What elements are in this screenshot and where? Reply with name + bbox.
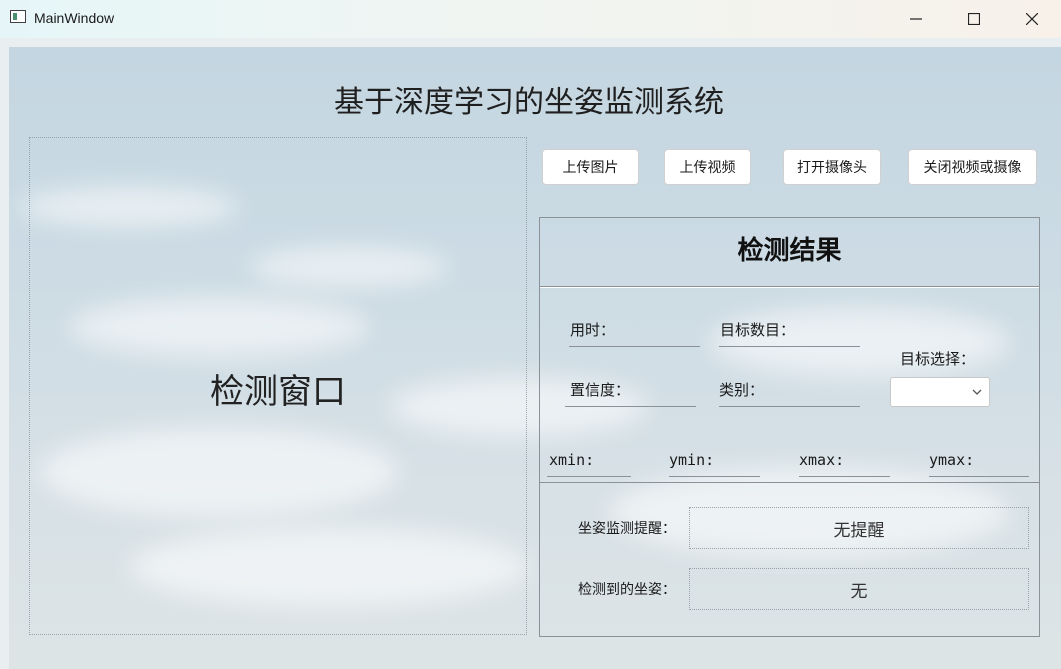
close-button[interactable] bbox=[1003, 0, 1061, 38]
results-title: 检测结果 bbox=[737, 236, 842, 266]
results-header-divider bbox=[540, 286, 1039, 288]
target-count-value bbox=[719, 346, 860, 347]
maximize-button[interactable] bbox=[945, 0, 1003, 38]
target-count-label: 目标数目： bbox=[720, 321, 796, 339]
detected-posture-field: 无 bbox=[689, 568, 1029, 610]
chevron-down-icon bbox=[972, 389, 982, 395]
posture-alert-label: 坐姿监测提醒： bbox=[578, 521, 676, 537]
main-content: 基于深度学习的坐姿监测系统 检测窗口 上传图片 上传视频 打开摄像头 关闭视频或… bbox=[9, 47, 1061, 669]
ymax-value bbox=[929, 476, 1029, 477]
title-bar: MainWindow bbox=[0, 0, 1061, 38]
ymin-value bbox=[669, 476, 760, 477]
time-value bbox=[569, 346, 700, 347]
confidence-value bbox=[565, 406, 696, 407]
ymax-label: ymax: bbox=[929, 451, 975, 469]
confidence-label: 置信度： bbox=[570, 381, 631, 399]
xmin-label: xmin: bbox=[549, 451, 595, 469]
minimize-button[interactable] bbox=[887, 0, 945, 38]
xmax-label: xmax: bbox=[799, 451, 845, 469]
posture-alert-field: 无提醒 bbox=[689, 507, 1029, 549]
detected-posture-label: 检测到的坐姿： bbox=[578, 582, 676, 598]
upload-video-button[interactable]: 上传视频 bbox=[664, 149, 751, 185]
ymin-label: ymin: bbox=[669, 451, 715, 469]
open-camera-button[interactable]: 打开摄像头 bbox=[783, 149, 881, 185]
xmin-value bbox=[547, 476, 631, 477]
detection-window: 检测窗口 bbox=[29, 137, 527, 635]
target-select-label: 目标选择： bbox=[900, 350, 976, 368]
detection-window-label: 检测窗口 bbox=[210, 372, 346, 412]
close-video-camera-button[interactable]: 关闭视频或摄像 bbox=[908, 149, 1037, 185]
results-divider bbox=[540, 482, 1039, 483]
page-title: 基于深度学习的坐姿监测系统 bbox=[334, 85, 724, 120]
class-value bbox=[719, 406, 860, 407]
class-label: 类别： bbox=[719, 381, 765, 399]
window-title: MainWindow bbox=[34, 10, 115, 26]
upload-image-button[interactable]: 上传图片 bbox=[542, 149, 639, 185]
target-select-dropdown[interactable] bbox=[890, 377, 990, 407]
results-panel: 检测结果 用时： 目标数目： 目标选择： 置信度： 类别： xmin: ymin… bbox=[539, 217, 1040, 637]
maximize-icon bbox=[968, 13, 980, 25]
minimize-icon bbox=[910, 18, 922, 20]
time-label: 用时： bbox=[570, 321, 616, 339]
xmax-value bbox=[799, 476, 890, 477]
app-icon bbox=[10, 10, 26, 23]
close-icon bbox=[1026, 13, 1038, 25]
